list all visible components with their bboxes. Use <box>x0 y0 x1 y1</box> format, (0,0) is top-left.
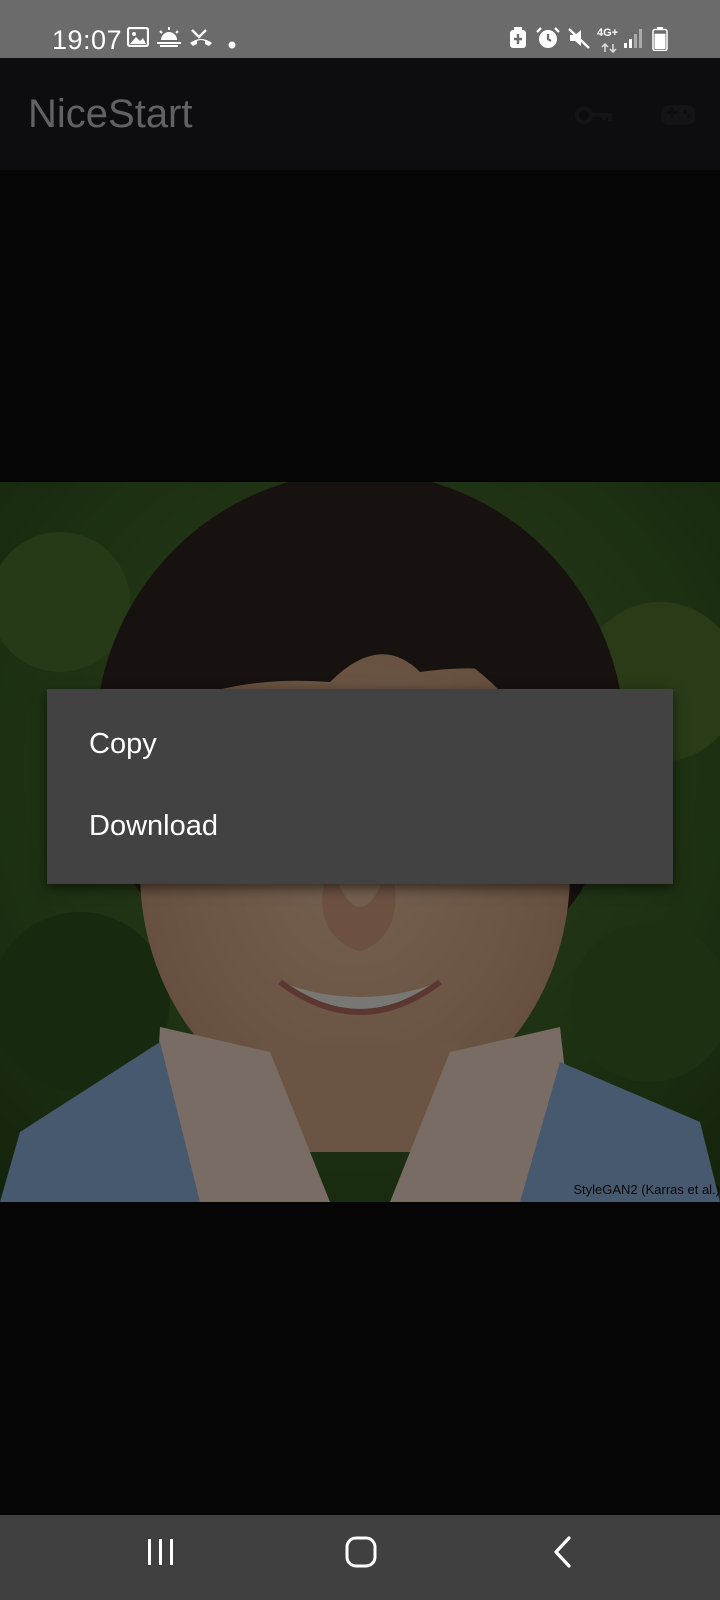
notification-dot-icon <box>228 36 236 54</box>
battery-icon <box>652 27 668 56</box>
network-label: 4G+ <box>597 27 619 39</box>
mute-icon <box>567 27 591 54</box>
alarm-icon <box>536 27 560 54</box>
battery-saver-icon <box>509 27 527 54</box>
navigation-bar <box>0 1515 720 1600</box>
back-icon[interactable] <box>551 1535 575 1574</box>
home-icon[interactable] <box>344 1535 378 1574</box>
menu-item-download[interactable]: Download <box>47 785 673 867</box>
signal-icon <box>623 27 645 54</box>
gallery-icon <box>126 26 150 52</box>
app-title: NiceStart <box>28 92 193 136</box>
key-icon[interactable] <box>575 98 613 137</box>
status-time: 19:07 <box>52 25 123 55</box>
gamepad-icon[interactable] <box>660 98 696 137</box>
context-menu: Copy Download <box>47 689 673 884</box>
screen: 19:07 4G+ NiceStart Copy Download <box>0 0 720 1600</box>
menu-item-copy[interactable]: Copy <box>47 703 673 785</box>
missed-call-icon <box>189 27 213 52</box>
sunrise-weather-icon <box>156 27 182 52</box>
data-arrows-icon <box>600 40 618 58</box>
app-bar: NiceStart <box>0 58 720 170</box>
recent-apps-icon[interactable] <box>144 1535 178 1574</box>
status-bar: 19:07 4G+ <box>0 0 720 58</box>
